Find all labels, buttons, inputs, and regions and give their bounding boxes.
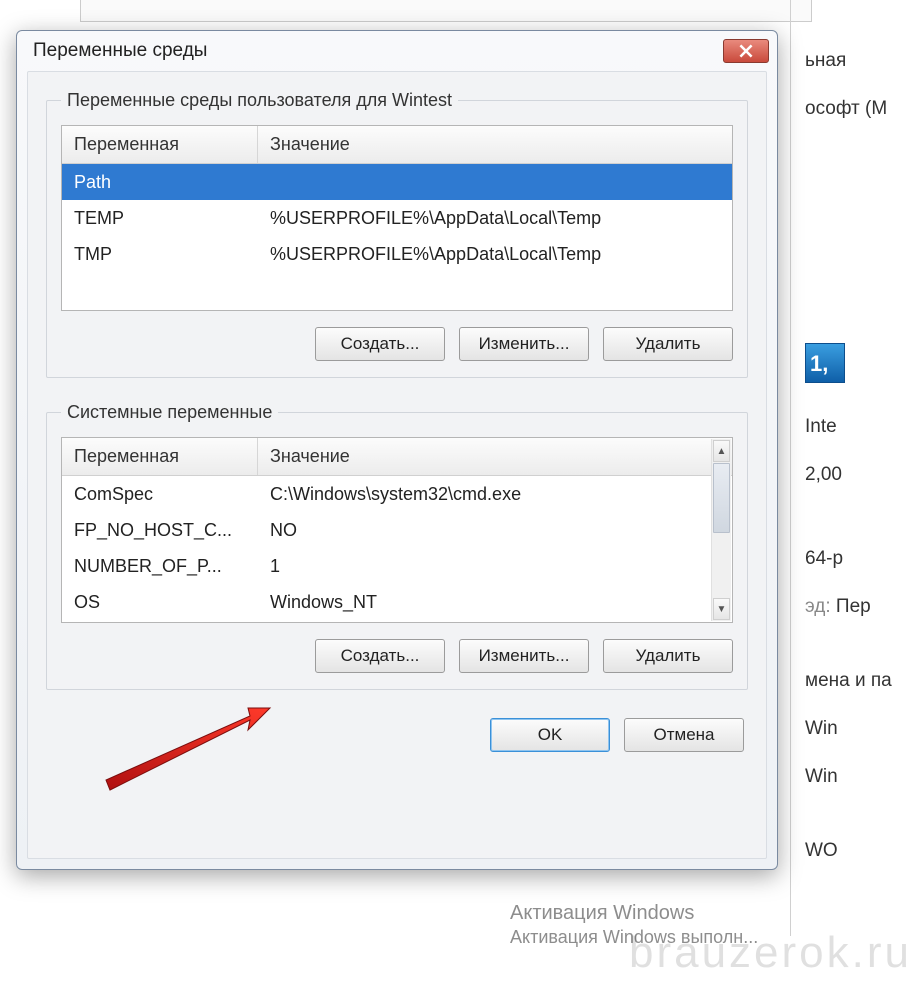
system-variables-list[interactable]: Переменная Значение ComSpec C:\Windows\s… (61, 437, 733, 623)
table-row[interactable]: TEMP %USERPROFILE%\AppData\Local\Temp (62, 200, 732, 236)
site-watermark: brauzerok.ru (629, 928, 912, 978)
table-row[interactable]: Path (62, 164, 732, 200)
system-edit-button[interactable]: Изменить... (459, 639, 589, 673)
cell-value: %USERPROFILE%\AppData\Local\Temp (258, 208, 732, 229)
cell-variable: TMP (62, 244, 258, 265)
user-create-button[interactable]: Создать... (315, 327, 445, 361)
cell-variable: TEMP (62, 208, 258, 229)
cell-value: 1 (258, 556, 732, 577)
background-divider (790, 0, 791, 936)
close-icon (739, 44, 753, 58)
tab-header-fragment (80, 0, 812, 22)
dialog-footer: OK Отмена (46, 714, 748, 752)
environment-variables-dialog: Переменные среды Переменные среды пользо… (16, 30, 778, 870)
cell-variable: OS (62, 592, 258, 613)
dialog-titlebar[interactable]: Переменные среды (17, 31, 777, 71)
table-row[interactable]: OS Windows_NT (62, 584, 732, 620)
dialog-body: Переменные среды пользователя для Wintes… (27, 71, 767, 859)
table-row[interactable]: ComSpec C:\Windows\system32\cmd.exe (62, 476, 732, 512)
rating-icon: 1, (805, 343, 845, 383)
cell-variable: FP_NO_HOST_C... (62, 520, 258, 541)
cell-variable: NUMBER_OF_P... (62, 556, 258, 577)
table-row[interactable]: FP_NO_HOST_C... NO (62, 512, 732, 548)
user-variables-group: Переменные среды пользователя для Wintes… (46, 90, 748, 378)
user-edit-button[interactable]: Изменить... (459, 327, 589, 361)
column-header-variable[interactable]: Переменная (62, 438, 258, 475)
cancel-button[interactable]: Отмена (624, 718, 744, 752)
ok-button[interactable]: OK (490, 718, 610, 752)
system-button-row: Создать... Изменить... Удалить (61, 639, 733, 673)
table-row[interactable]: TMP %USERPROFILE%\AppData\Local\Temp (62, 236, 732, 272)
cell-value: C:\Windows\system32\cmd.exe (258, 484, 732, 505)
scroll-track[interactable] (712, 463, 731, 597)
user-variables-list[interactable]: Переменная Значение Path TEMP %USERPROFI… (61, 125, 733, 311)
scroll-thumb[interactable] (713, 463, 730, 533)
table-row[interactable]: NUMBER_OF_P... 1 (62, 548, 732, 584)
system-group-legend: Системные переменные (61, 402, 278, 423)
column-header-variable[interactable]: Переменная (62, 126, 258, 163)
user-delete-button[interactable]: Удалить (603, 327, 733, 361)
system-variables-group: Системные переменные Переменная Значение… (46, 402, 748, 690)
dialog-title: Переменные среды (33, 40, 207, 62)
list-header: Переменная Значение (62, 438, 732, 476)
scroll-down-arrow[interactable]: ▼ (713, 598, 730, 620)
user-group-legend: Переменные среды пользователя для Wintes… (61, 90, 458, 111)
system-delete-button[interactable]: Удалить (603, 639, 733, 673)
cell-value: NO (258, 520, 732, 541)
user-button-row: Создать... Изменить... Удалить (61, 327, 733, 361)
list-header: Переменная Значение (62, 126, 732, 164)
cell-value: Windows_NT (258, 592, 732, 613)
cell-variable: ComSpec (62, 484, 258, 505)
background-text-fragments: ьная ософт (М 1, Inte 2,00 64-р эд: Пер … (805, 40, 912, 878)
system-create-button[interactable]: Создать... (315, 639, 445, 673)
column-header-value[interactable]: Значение (258, 126, 732, 163)
close-button[interactable] (723, 39, 769, 63)
scrollbar-vertical[interactable]: ▲ ▼ (711, 439, 731, 621)
cell-value: %USERPROFILE%\AppData\Local\Temp (258, 244, 732, 265)
scroll-up-arrow[interactable]: ▲ (713, 440, 730, 462)
column-header-value[interactable]: Значение (258, 438, 732, 475)
cell-variable: Path (62, 172, 258, 193)
